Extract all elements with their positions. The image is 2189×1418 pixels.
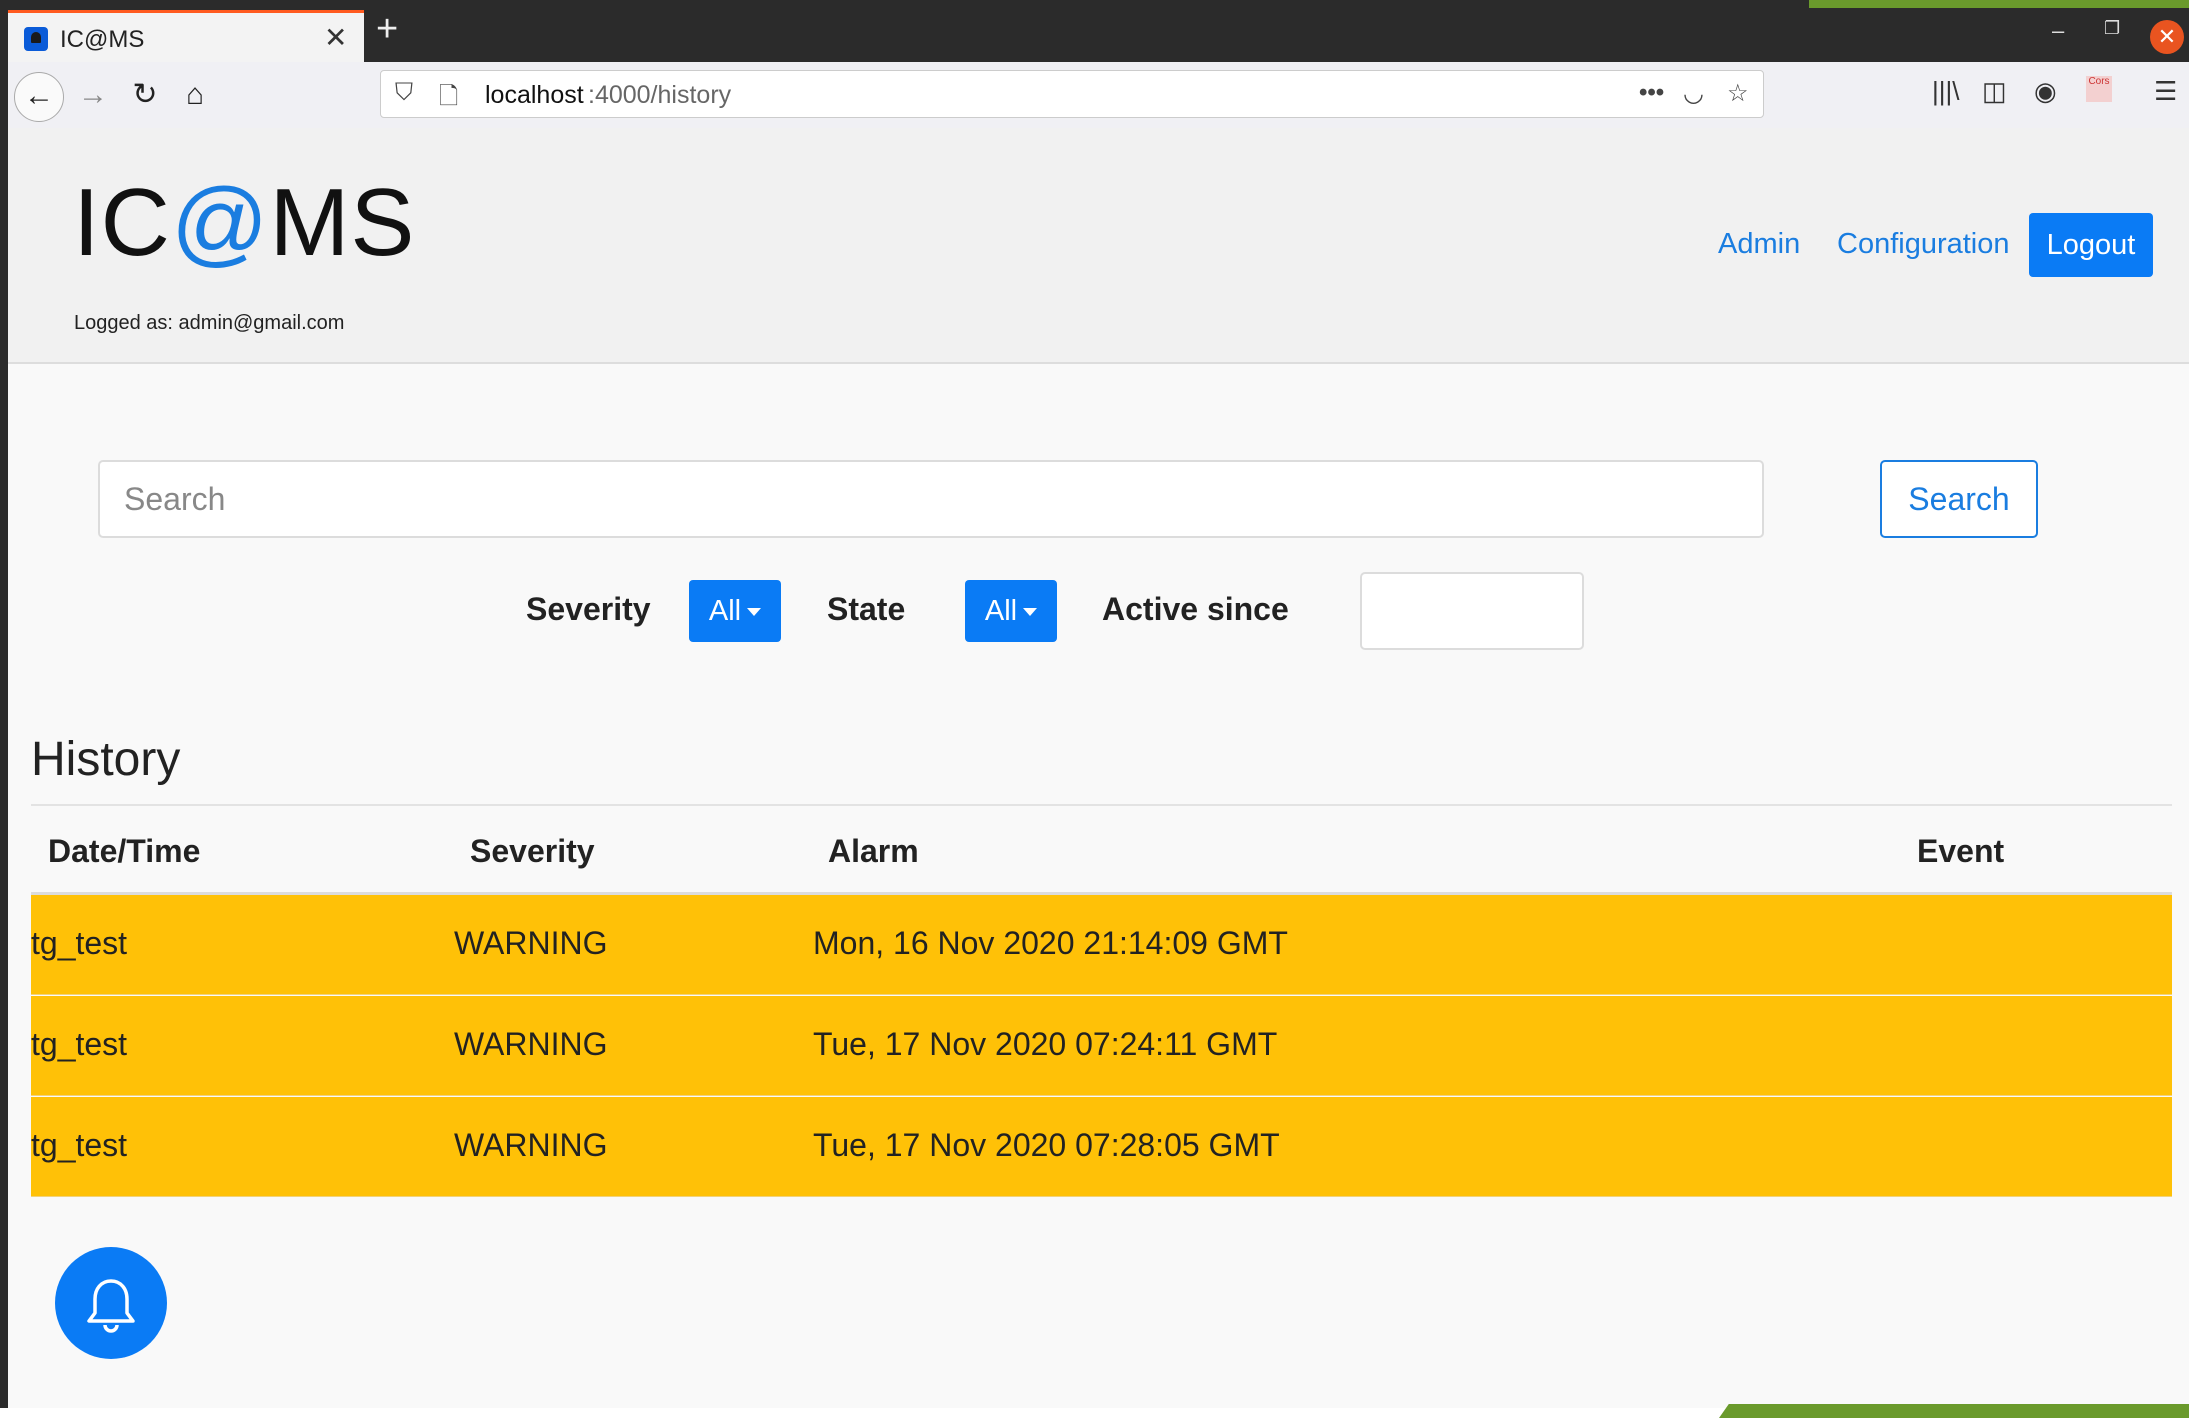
logo-suffix: MS <box>269 169 416 276</box>
column-header-alarm: Alarm <box>828 833 919 869</box>
url-bar[interactable]: ⛉ 🗋 localhost :4000/history ••• ◡ ☆ <box>380 70 1764 118</box>
restore-icon[interactable]: ❐ <box>2104 18 2120 39</box>
row-cell-alarm: Tue, 17 Nov 2020 07:24:11 GMT <box>813 1026 1278 1062</box>
close-icon[interactable]: ✕ <box>324 21 347 54</box>
shield-icon[interactable]: ⛉ <box>395 79 413 107</box>
app-favicon-icon <box>24 27 48 51</box>
row-cell-datetime: tg_test <box>31 1026 128 1062</box>
logout-button[interactable]: Logout <box>2029 213 2153 277</box>
row-cell-alarm: Tue, 17 Nov 2020 07:28:05 GMT <box>813 1127 1280 1163</box>
state-dropdown-value: All <box>984 595 1018 627</box>
window-close-icon[interactable]: ✕ <box>2150 20 2184 54</box>
hamburger-menu-icon[interactable]: ☰ <box>2154 76 2177 107</box>
minimize-icon[interactable]: – <box>2052 18 2064 44</box>
logged-as-text: Logged as: admin@gmail.com <box>74 312 345 334</box>
nav-configuration-link[interactable]: Configuration <box>1837 228 2010 261</box>
row-cell-severity: WARNING <box>454 925 608 961</box>
plus-icon[interactable]: + <box>376 10 398 48</box>
state-filter-label: State <box>827 591 906 627</box>
active-since-input[interactable] <box>1360 572 1584 650</box>
column-header-event: Event <box>1917 833 2005 869</box>
row-cell-datetime: tg_test <box>31 1127 128 1163</box>
url-host: localhost <box>485 81 584 109</box>
row-cell-severity: WARNING <box>454 1026 608 1062</box>
page-content: IC@MS Logged as: admin@gmail.com Admin C… <box>8 128 2189 1408</box>
back-arrow-icon[interactable]: ← <box>14 72 64 122</box>
app-header: IC@MS Logged as: admin@gmail.com Admin C… <box>8 128 2189 364</box>
cors-extension-icon[interactable]: Cors <box>2086 76 2112 102</box>
more-icon[interactable]: ••• <box>1639 79 1664 107</box>
search-input[interactable] <box>98 460 1764 538</box>
table-row[interactable]: tg_test WARNING Tue, 17 Nov 2020 07:28:0… <box>31 1097 2172 1197</box>
home-icon[interactable]: ⌂ <box>172 72 218 118</box>
history-title: History <box>31 733 181 786</box>
pocket-icon[interactable]: ◡ <box>1683 79 1704 108</box>
row-cell-severity: WARNING <box>454 1127 608 1163</box>
forward-arrow-icon[interactable]: → <box>70 72 116 118</box>
browser-tab[interactable]: IC@MS ✕ <box>8 10 364 62</box>
slide-accent-bottom <box>1719 1404 2189 1418</box>
url-path: :4000/history <box>588 81 732 109</box>
column-header-datetime: Date/Time <box>48 833 201 869</box>
row-cell-alarm: Mon, 16 Nov 2020 21:14:09 GMT <box>813 925 1288 961</box>
table-top-rule <box>31 804 2172 806</box>
bell-icon <box>87 1279 135 1333</box>
page-icon: 🗋 <box>439 83 459 110</box>
search-button[interactable]: Search <box>1880 460 2038 538</box>
row-cell-datetime: tg_test <box>31 925 128 961</box>
active-since-label: Active since <box>1102 591 1289 627</box>
table-row[interactable]: tg_test WARNING Tue, 17 Nov 2020 07:24:1… <box>31 996 2172 1096</box>
reload-icon[interactable]: ↻ <box>122 72 168 118</box>
logo-prefix: IC <box>73 169 171 276</box>
severity-dropdown[interactable]: All <box>689 580 781 642</box>
severity-filter-label: Severity <box>526 591 651 627</box>
account-icon[interactable]: ◉ <box>2034 76 2057 107</box>
state-dropdown[interactable]: All <box>965 580 1057 642</box>
app-logo: IC@MS <box>73 168 415 278</box>
table-row[interactable]: tg_test WARNING Mon, 16 Nov 2020 21:14:0… <box>31 895 2172 995</box>
sidebar-icon[interactable]: ◫ <box>1982 76 2007 107</box>
library-icon[interactable]: |||\ <box>1932 76 1960 107</box>
star-icon[interactable]: ☆ <box>1727 79 1749 108</box>
logo-at: @ <box>171 169 270 276</box>
notifications-button[interactable] <box>55 1247 167 1359</box>
tab-title: IC@MS <box>60 26 145 53</box>
browser-toolbar: ← → ↻ ⌂ ⛉ 🗋 localhost :4000/history ••• … <box>8 62 2189 129</box>
severity-dropdown-value: All <box>708 595 742 627</box>
nav-admin-link[interactable]: Admin <box>1718 228 1800 261</box>
column-header-severity: Severity <box>470 833 595 869</box>
